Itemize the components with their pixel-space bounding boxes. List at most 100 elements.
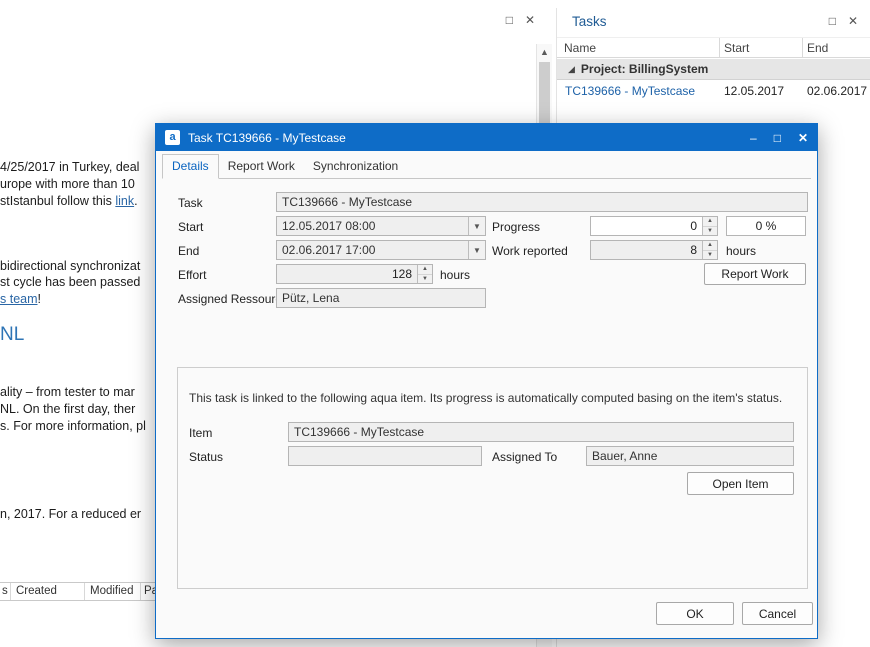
task-field-value: TC139666 - MyTestcase [282,195,412,209]
doc-heading: NL [0,324,24,346]
doc-text-line: s team! [0,292,41,306]
spin-up-icon[interactable]: ▲ [418,265,432,275]
task-dialog: a Task TC139666 - MyTestcase – □ ✕ Detai… [155,123,818,639]
dropdown-arrow-icon[interactable]: ▼ [468,217,485,235]
tab-details[interactable]: Details [162,154,219,179]
doc-text: stIstanbul follow this [0,194,115,208]
doc-text-line: NL. On the first day, ther [0,402,135,416]
doc-hyperlink[interactable]: link [115,194,134,208]
spin-down-icon[interactable]: ▼ [703,251,717,260]
column-separator [84,583,85,600]
task-end-cell: 02.06.2017 [807,84,867,98]
tasks-grid-header: Name Start End [557,37,870,58]
assigned-to-value: Bauer, Anne [592,449,657,463]
dropdown-arrow-icon[interactable]: ▼ [468,241,485,259]
column-separator [10,583,11,600]
task-row[interactable]: TC139666 - MyTestcase 12.05.2017 02.06.2… [557,81,870,102]
spinner-buttons[interactable]: ▲ ▼ [417,265,432,283]
item-field[interactable]: TC139666 - MyTestcase [288,422,794,442]
close-icon[interactable]: ✕ [525,13,535,27]
assigned-to-label: Assigned To [492,450,557,464]
doc-text-line: 4/25/2017 in Turkey, deal [0,160,139,174]
linked-item-description: This task is linked to the following aqu… [189,391,782,405]
cancel-button-label: Cancel [759,607,796,621]
work-reported-label: Work reported [492,244,568,258]
spinner-buttons[interactable]: ▲ ▼ [702,241,717,259]
effort-spinner[interactable]: 128 ▲ ▼ [276,264,433,284]
work-reported-spinner[interactable]: 8 ▲ ▼ [590,240,718,260]
col-header-start[interactable]: Start [724,41,749,55]
tab-synchronization[interactable]: Synchronization [304,155,407,178]
doc-text-line: ality – from tester to mar [0,385,135,399]
ok-button[interactable]: OK [656,602,734,625]
group-row-project[interactable]: ◢ Project: BillingSystem [557,59,870,80]
effort-unit: hours [440,268,470,282]
group-expanded-icon[interactable]: ◢ [568,64,575,75]
background-window-controls: □ ✕ [506,13,535,27]
spin-down-icon[interactable]: ▼ [418,275,432,284]
end-date-combo[interactable]: 02.06.2017 17:00 ▼ [276,240,486,260]
task-field[interactable]: TC139666 - MyTestcase [276,192,808,212]
status-field[interactable] [288,446,482,466]
progress-spinner[interactable]: 0 ▲ ▼ [590,216,718,236]
tab-report-work[interactable]: Report Work [219,155,304,178]
doc-hyperlink[interactable]: s team [0,292,38,306]
spin-up-icon[interactable]: ▲ [703,217,717,227]
item-label: Item [189,426,212,440]
tasks-panel-title: Tasks [572,14,607,29]
open-item-button[interactable]: Open Item [687,472,794,495]
start-date-value: 12.05.2017 08:00 [277,219,468,233]
end-label: End [178,244,199,258]
spin-down-icon[interactable]: ▼ [703,227,717,236]
progress-value: 0 [591,219,702,233]
doc-text: ! [38,292,41,306]
minimize-icon[interactable]: – [750,131,757,145]
dialog-controls: – □ ✕ [750,131,808,145]
column-separator[interactable] [802,38,803,57]
cancel-button[interactable]: Cancel [742,602,813,625]
maximize-icon[interactable]: □ [774,131,781,145]
col-header-end[interactable]: End [807,41,828,55]
doc-text-line: urope with more than 10 [0,177,135,191]
doc-text-line: stIstanbul follow this link. [0,194,138,208]
tasks-panel-controls: □ ✕ [829,14,858,28]
spin-up-icon[interactable]: ▲ [703,241,717,251]
linked-item-groupbox: This task is linked to the following aqu… [177,367,808,589]
progress-display: 0 % [726,216,806,236]
column-separator[interactable] [719,38,720,57]
task-start-cell: 12.05.2017 [724,84,784,98]
work-reported-unit: hours [726,244,756,258]
progress-label: Progress [492,220,540,234]
dialog-titlebar[interactable]: a Task TC139666 - MyTestcase – □ ✕ [156,124,817,151]
work-reported-value: 8 [591,243,702,257]
task-label: Task [178,196,203,210]
table-col-created[interactable]: Created [16,585,57,597]
table-col-modified[interactable]: Modified [90,585,133,597]
close-icon[interactable]: ✕ [798,131,808,145]
spinner-buttons[interactable]: ▲ ▼ [702,217,717,235]
ok-button-label: OK [686,607,703,621]
assigned-resource-field[interactable]: Pütz, Lena [276,288,486,308]
start-label: Start [178,220,203,234]
report-work-button[interactable]: Report Work [704,263,806,285]
progress-display-value: 0 % [756,219,777,233]
open-item-button-label: Open Item [712,477,768,491]
assigned-to-field[interactable]: Bauer, Anne [586,446,794,466]
effort-value: 128 [277,267,417,281]
doc-text-line: bidirectional synchronizat [0,259,140,273]
desktop: □ ✕ 4/25/2017 in Turkey, deal urope with… [0,0,870,647]
task-link[interactable]: TC139666 - MyTestcase [565,84,695,98]
maximize-icon[interactable]: □ [829,14,836,28]
close-icon[interactable]: ✕ [848,14,858,28]
scroll-up-icon[interactable]: ▲ [537,44,552,60]
item-field-value: TC139666 - MyTestcase [294,425,424,439]
dialog-title: Task TC139666 - MyTestcase [188,131,346,145]
doc-text-line: s. For more information, pl [0,419,146,433]
doc-text-line: st cycle has been passed [0,275,140,289]
app-icon: a [165,130,180,145]
effort-label: Effort [178,268,206,282]
start-date-combo[interactable]: 12.05.2017 08:00 ▼ [276,216,486,236]
col-header-name[interactable]: Name [564,41,596,55]
end-date-value: 02.06.2017 17:00 [277,243,468,257]
maximize-icon[interactable]: □ [506,13,513,27]
